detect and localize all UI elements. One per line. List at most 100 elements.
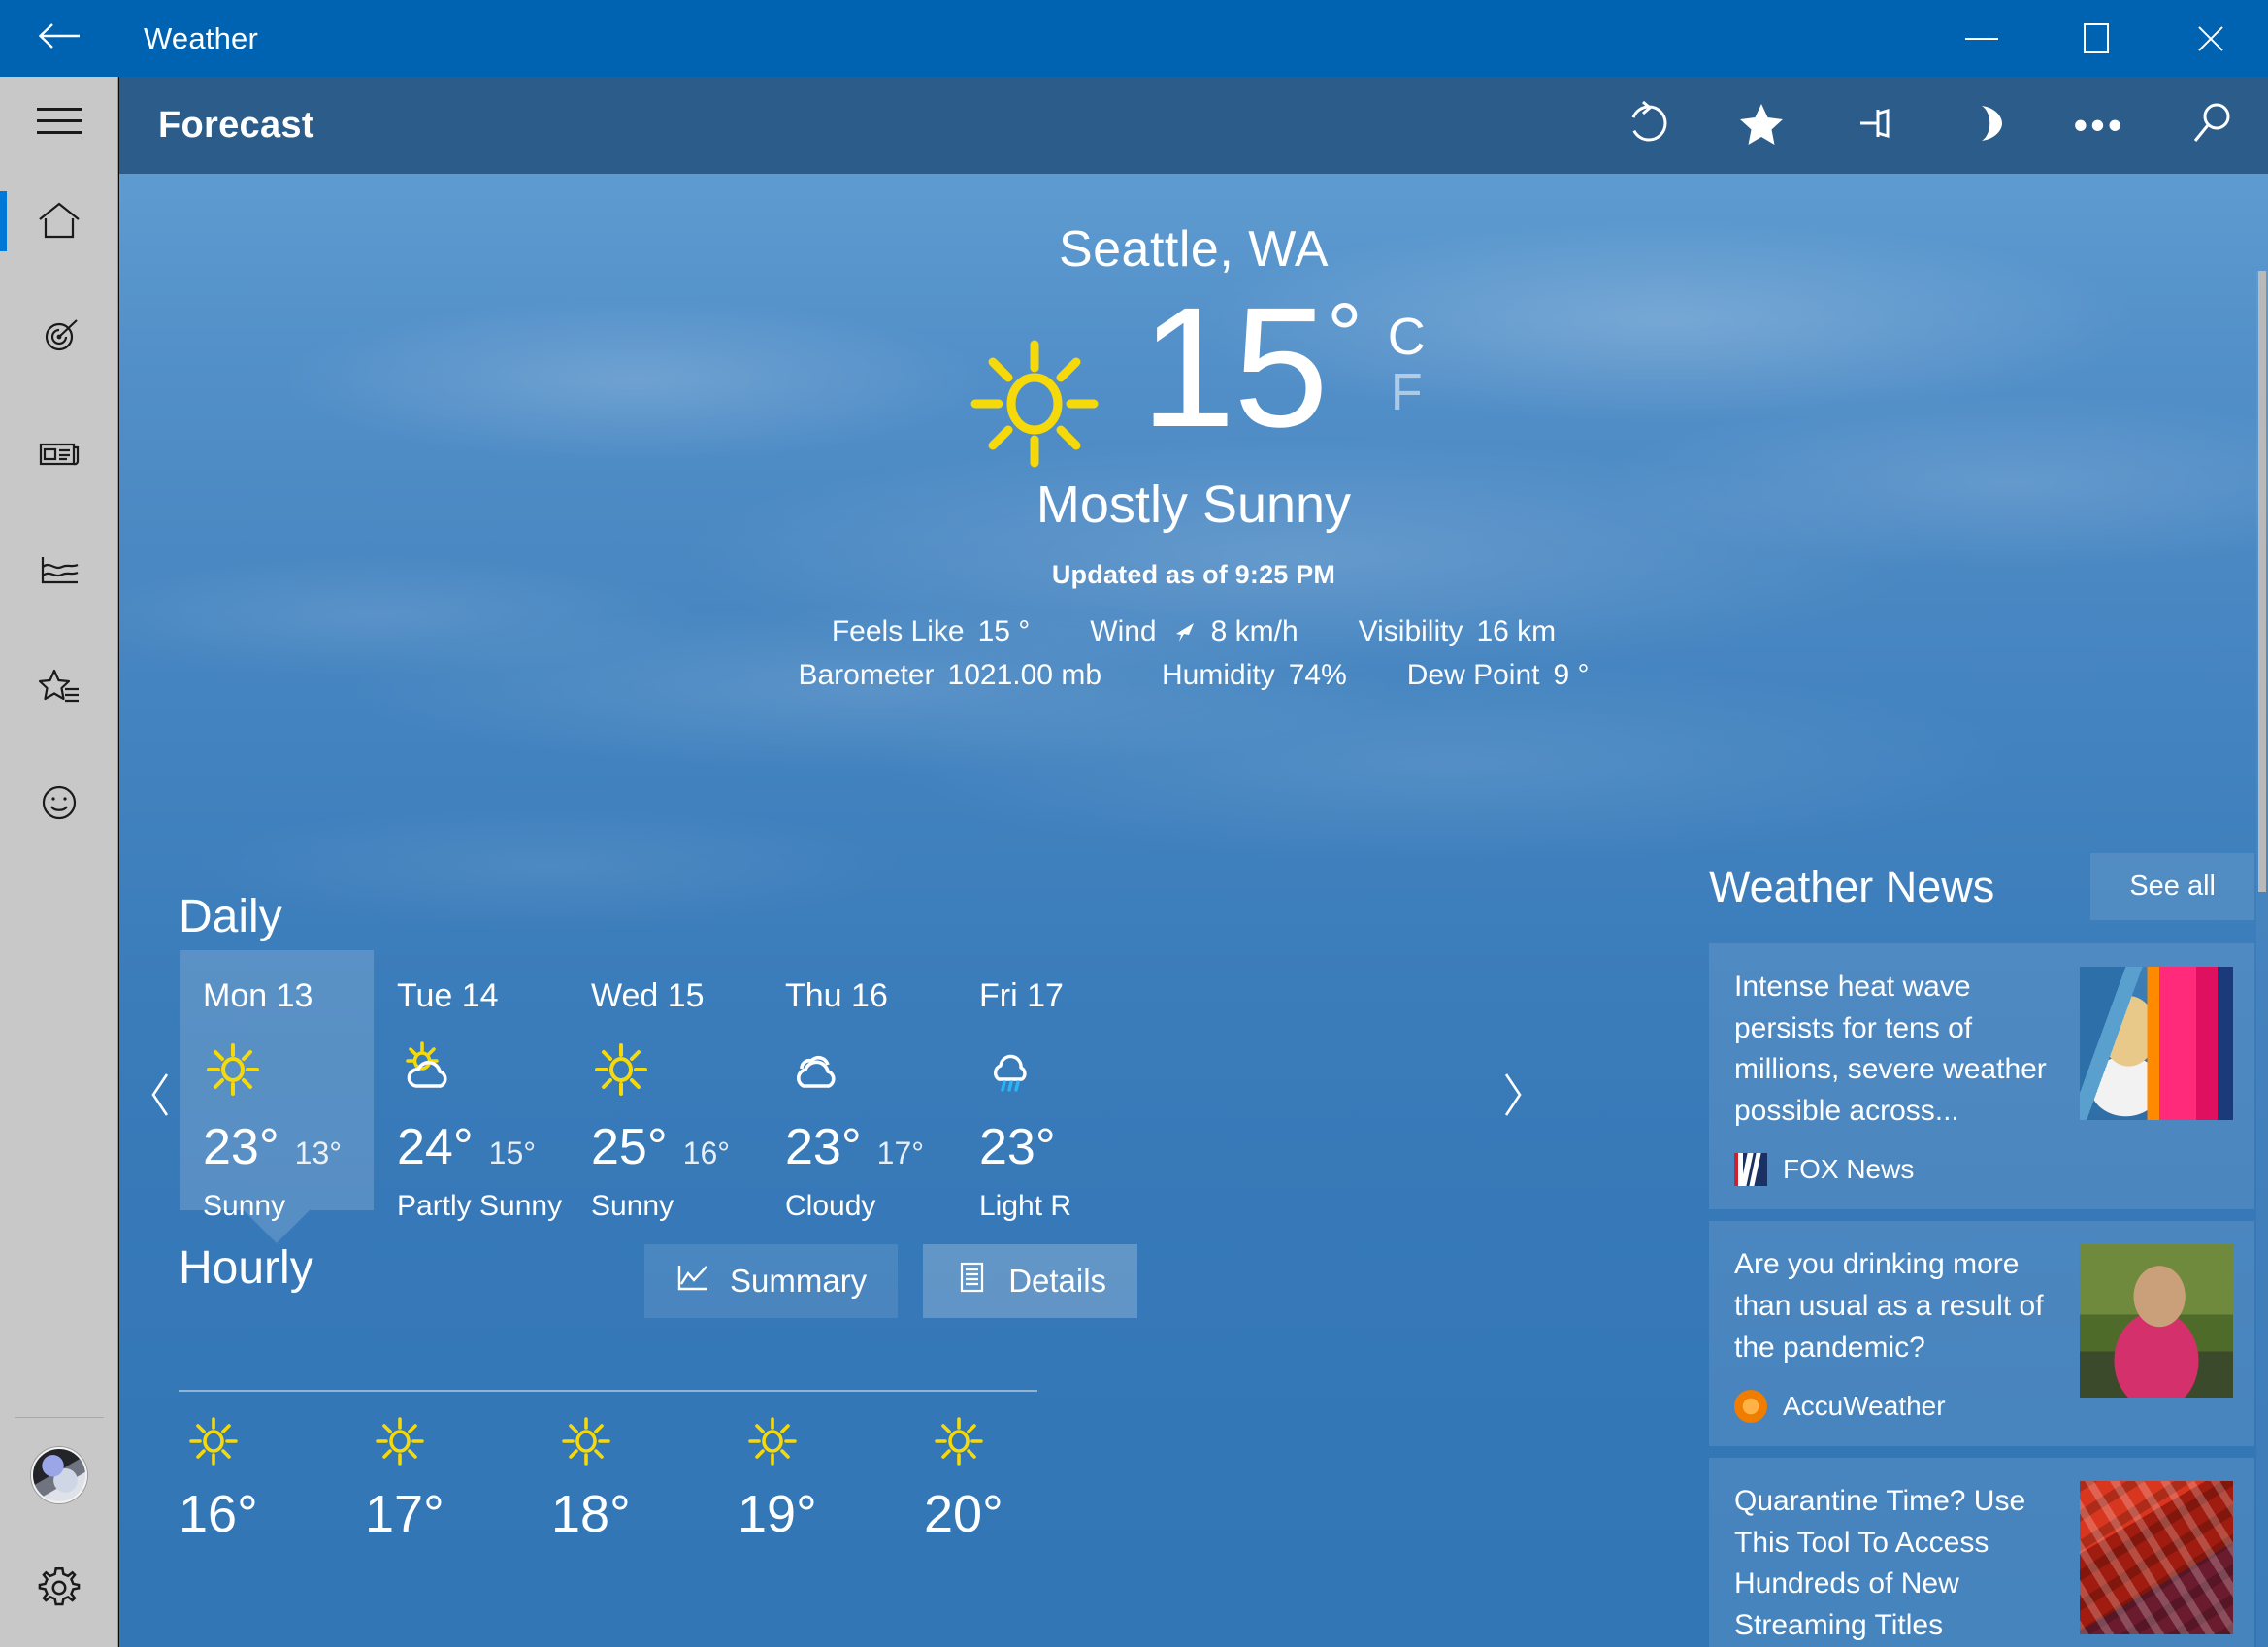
page-title: Forecast	[158, 104, 314, 146]
news-article-body: Are you drinking more than usual as a re…	[1734, 1244, 2062, 1424]
stat-label: Humidity	[1162, 659, 1275, 691]
search-button[interactable]	[2155, 77, 2268, 174]
stat-label: Barometer	[798, 659, 935, 691]
current-conditions: Seattle, WA 15° C F Mostly Sunny Updated…	[119, 174, 2268, 692]
home-icon	[35, 196, 83, 249]
refresh-icon	[1624, 98, 1674, 153]
minimize-button[interactable]	[1924, 0, 2039, 77]
chart-icon	[35, 545, 83, 599]
news-source: AccuWeather	[1734, 1368, 2062, 1424]
settings-button[interactable]	[0, 1532, 118, 1647]
daily-cards: Mon 13 23° 13° Sunny Tue 14 24° 15° Part…	[180, 950, 1150, 1243]
stat-label: Dew Point	[1406, 659, 1540, 691]
news-article[interactable]: Are you drinking more than usual as a re…	[1709, 1221, 2254, 1447]
title-bar: Weather	[0, 0, 2268, 77]
close-button[interactable]	[2153, 0, 2268, 77]
command-bar: Forecast •••	[119, 77, 2268, 174]
sidebar-item-send-feedback[interactable]	[0, 746, 118, 863]
sidebar-item-historical-weather[interactable]	[0, 513, 118, 630]
sidebar-item-favorites[interactable]	[0, 630, 118, 746]
fox-news-logo	[1734, 1153, 1767, 1187]
favorite-button[interactable]	[1705, 77, 1818, 174]
daily-next-button[interactable]	[1486, 1065, 1538, 1129]
details-button[interactable]: Details	[923, 1244, 1138, 1318]
night-mode-button[interactable]	[1930, 77, 2043, 174]
stat-label: Wind	[1090, 615, 1157, 647]
stat-label: Feels Like	[831, 615, 965, 647]
stat-wind: Wind 8 km/h	[1090, 615, 1298, 648]
news-source: FOX News	[1734, 1132, 2062, 1187]
daily-card-thu[interactable]: Thu 16 23° 17° Cloudy	[762, 950, 956, 1222]
location-name: Seattle, WA	[1058, 221, 1330, 278]
day-description: Cloudy	[785, 1190, 876, 1222]
sunny-icon	[962, 331, 1107, 477]
weather-app-window: Weather Forecast ••• Seattle, WA 15° C F…	[0, 0, 2268, 1647]
more-button[interactable]: •••	[2043, 77, 2155, 174]
hamburger-menu-button[interactable]	[0, 77, 118, 164]
refresh-button[interactable]	[1593, 77, 1705, 174]
day-high: 23°	[203, 1119, 279, 1175]
ellipsis-icon: •••	[2073, 101, 2125, 148]
news-thumbnail	[2080, 1481, 2233, 1635]
partly-sunny-icon	[397, 1033, 544, 1106]
account-avatar	[30, 1447, 87, 1503]
daily-card-wed[interactable]: Wed 15 25° 16° Sunny	[568, 950, 762, 1222]
hour-cell[interactable]: 18°	[551, 1414, 738, 1544]
navigation-sidebar	[0, 77, 118, 1647]
stat-humidity: Humidity 74%	[1162, 659, 1347, 692]
current-stats: Feels Like 15 ° Wind 8 km/h Visibility 1…	[119, 615, 2268, 692]
day-low: 15°	[488, 1136, 537, 1170]
hour-cell[interactable]: 20°	[924, 1414, 1110, 1544]
degree-symbol: °	[1326, 285, 1363, 384]
daily-forecast-strip: Mon 13 23° 13° Sunny Tue 14 24° 15° Part…	[119, 950, 1594, 1251]
pin-button[interactable]	[1818, 77, 1930, 174]
news-article[interactable]: Quarantine Time? Use This Tool To Access…	[1709, 1458, 2254, 1647]
back-button[interactable]	[0, 0, 118, 77]
see-all-button[interactable]: See all	[2090, 853, 2254, 920]
maximize-icon	[2084, 23, 2109, 53]
hour-cell[interactable]: 17°	[365, 1414, 551, 1544]
sidebar-item-maps[interactable]	[0, 280, 118, 397]
sunny-icon	[738, 1414, 924, 1468]
scrollbar-thumb[interactable]	[2258, 271, 2266, 892]
vertical-scrollbar[interactable]	[2256, 271, 2268, 1647]
day-high: 24°	[397, 1119, 474, 1175]
news-article[interactable]: Intense heat wave persists for tens of m…	[1709, 943, 2254, 1210]
news-icon	[35, 429, 83, 482]
day-description: Sunny	[591, 1190, 674, 1222]
stat-dew-point: Dew Point 9 °	[1407, 659, 1590, 692]
stats-row-1: Feels Like 15 ° Wind 8 km/h Visibility 1…	[119, 615, 2268, 648]
day-temps: 23°	[979, 1118, 1127, 1176]
hourly-section-title: Hourly	[179, 1242, 313, 1294]
day-label: Wed 15	[591, 977, 705, 1014]
pin-icon	[1849, 98, 1899, 153]
maximize-button[interactable]	[2039, 0, 2153, 77]
news-article-body: Quarantine Time? Use This Tool To Access…	[1734, 1481, 2062, 1646]
window-title: Weather	[144, 20, 258, 55]
stat-feels-like: Feels Like 15 °	[832, 615, 1030, 648]
sunny-icon	[551, 1414, 738, 1468]
daily-section-title: Daily	[179, 891, 282, 942]
unit-fahrenheit[interactable]: F	[1388, 364, 1426, 420]
hour-cell[interactable]: 16°	[179, 1414, 365, 1544]
stats-row-2: Barometer 1021.00 mb Humidity 74% Dew Po…	[119, 659, 2268, 692]
news-headline: Quarantine Time? Use This Tool To Access…	[1734, 1485, 2026, 1641]
hour-temperature: 16°	[179, 1485, 258, 1543]
sidebar-item-forecast[interactable]	[0, 164, 118, 280]
day-label: Mon 13	[203, 977, 313, 1014]
sunny-icon	[591, 1033, 739, 1106]
unit-celsius[interactable]: C	[1388, 310, 1426, 365]
accuweather-logo	[1734, 1390, 1767, 1424]
news-source-label: FOX News	[1783, 1154, 1915, 1185]
daily-card-fri[interactable]: Fri 17 23° Light R	[956, 950, 1150, 1222]
stat-value: 1021.00 mb	[947, 659, 1101, 691]
hour-cell[interactable]: 19°	[738, 1414, 924, 1544]
daily-card-mon[interactable]: Mon 13 23° 13° Sunny	[180, 950, 374, 1243]
hour-temperature: 17°	[365, 1485, 444, 1543]
daily-card-tue[interactable]: Tue 14 24° 15° Partly Sunny	[374, 950, 568, 1222]
hourly-row: 16° 17° 18° 19° 20°	[179, 1414, 1110, 1544]
summary-button[interactable]: Summary	[644, 1244, 899, 1318]
sidebar-item-news[interactable]	[0, 397, 118, 513]
account-button[interactable]	[0, 1418, 118, 1532]
stat-visibility: Visibility 16 km	[1359, 615, 1557, 648]
